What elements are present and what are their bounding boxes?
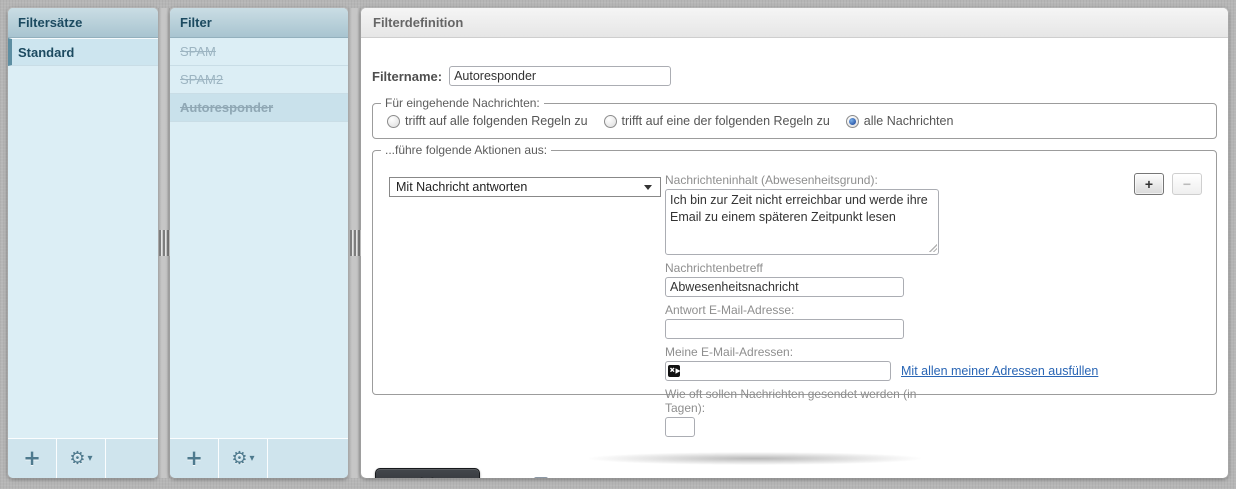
filtersets-panel-title: Filtersätze — [8, 8, 158, 38]
filters-list: SPAM SPAM2 Autoresponder — [170, 38, 348, 438]
splitter-filters-definition[interactable] — [348, 8, 361, 478]
filter-options-menu-button[interactable]: ⚙ ▾ — [219, 439, 268, 478]
reply-address-label: Antwort E-Mail-Adresse: — [665, 303, 795, 317]
filter-deactivated-checkbox-group[interactable]: ✔ Filter deaktiviert — [533, 477, 643, 478]
action-fields-column: Nachrichteninhalt (Abwesenheitsgrund): I… — [665, 173, 1098, 437]
filtersets-panel: Filtersätze Standard + ⚙ ▾ — [8, 8, 158, 478]
action-add-remove-buttons: + − — [1134, 173, 1202, 195]
clear-address-icon[interactable] — [668, 365, 683, 377]
filters-panel: Filter SPAM SPAM2 Autoresponder + ⚙ ▾ — [170, 8, 348, 478]
message-subject-input[interactable] — [665, 277, 904, 297]
filtername-row: Filtername: — [372, 38, 1217, 86]
plus-icon: + — [185, 446, 203, 470]
actions-legend: ...führe folgende Aktionen aus: — [385, 143, 548, 157]
decorative-shadow — [589, 452, 921, 465]
splitter-filtersets-filters[interactable] — [158, 8, 170, 478]
filters-panel-title: Filter — [170, 8, 348, 38]
my-addresses-input[interactable] — [665, 361, 891, 381]
plus-icon: + — [23, 446, 41, 470]
filtersets-list: Standard — [8, 38, 158, 438]
filter-item-autoresponder[interactable]: Autoresponder — [170, 94, 348, 122]
radio-any-rule[interactable]: trifft auf eine der folgenden Regeln zu — [603, 114, 830, 128]
chevron-down-icon: ▾ — [249, 453, 255, 464]
filter-definition-title: Filterdefinition — [361, 8, 1228, 38]
filtersets-toolbar: + ⚙ ▾ — [8, 438, 158, 478]
my-addresses-row: Mit allen meiner Adressen ausfüllen — [665, 361, 1098, 381]
add-filterset-button[interactable]: + — [8, 439, 57, 478]
filter-deactivated-label: Filter deaktiviert — [555, 477, 643, 478]
save-button[interactable]: Speichern — [375, 468, 480, 478]
bottom-actions-row: Speichern ✔ Filter deaktiviert — [375, 468, 643, 478]
action-type-selected-value: Mit Nachricht antworten — [396, 180, 528, 194]
message-content-label: Nachrichteninhalt (Abwesenheitsgrund): — [665, 173, 878, 187]
incoming-messages-legend: Für eingehende Nachrichten: — [385, 96, 540, 110]
action-type-select[interactable]: Mit Nachricht antworten — [389, 177, 661, 197]
reply-address-input[interactable] — [665, 319, 904, 339]
filtername-label: Filtername: — [372, 68, 443, 84]
send-interval-label: Wie oft sollen Nachrichten gesendet werd… — [665, 387, 917, 415]
send-interval-input[interactable] — [665, 417, 695, 437]
add-action-button[interactable]: + — [1134, 173, 1164, 195]
chevron-down-icon: ▾ — [87, 453, 93, 464]
radio-icon — [387, 114, 400, 128]
radio-checked-icon — [845, 114, 859, 128]
radio-all-rules[interactable]: trifft auf alle folgenden Regeln zu — [387, 114, 588, 128]
add-filter-button[interactable]: + — [170, 439, 219, 478]
radio-label: trifft auf alle folgenden Regeln zu — [405, 114, 588, 128]
filter-item-label: Autoresponder — [180, 100, 274, 115]
checkbox-checked-icon[interactable]: ✔ — [533, 477, 548, 478]
filter-item-spam2[interactable]: SPAM2 — [170, 66, 348, 94]
filter-item-spam[interactable]: SPAM — [170, 38, 348, 66]
splitter-grip-icon — [349, 230, 360, 256]
select-arrow-icon — [644, 184, 652, 190]
filterset-item-label: Standard — [18, 45, 75, 60]
filter-item-label: SPAM — [180, 44, 216, 59]
message-content-textarea[interactable]: Ich bin zur Zeit nicht erreichbar und we… — [665, 189, 939, 255]
remove-action-button[interactable]: − — [1172, 173, 1202, 195]
filtername-input[interactable] — [449, 66, 672, 86]
filterset-options-menu-button[interactable]: ⚙ ▾ — [57, 439, 106, 478]
filter-definition-panel: Filterdefinition Filtername: Für eingehe… — [361, 8, 1228, 478]
radio-all-messages[interactable]: alle Nachrichten — [845, 114, 954, 128]
incoming-messages-fieldset: Für eingehende Nachrichten: trifft auf a… — [372, 96, 1217, 139]
rule-match-radio-group: trifft auf alle folgenden Regeln zu trif… — [387, 114, 1208, 130]
fill-with-addresses-link[interactable]: Mit allen meiner Adressen ausfüllen — [901, 364, 1098, 378]
filter-settings-screen: Filtersätze Standard + ⚙ ▾ Filter SPAM S… — [0, 0, 1236, 489]
filterset-item-standard[interactable]: Standard — [8, 38, 158, 66]
filter-item-label: SPAM2 — [180, 72, 224, 87]
message-subject-label: Nachrichtenbetreff — [665, 261, 763, 275]
actions-fieldset: ...führe folgende Aktionen aus: Mit Nach… — [372, 143, 1217, 437]
filters-toolbar: + ⚙ ▾ — [170, 438, 348, 478]
my-addresses-label: Meine E-Mail-Adressen: — [665, 345, 794, 359]
gear-icon: ⚙ — [231, 447, 248, 469]
splitter-grip-icon — [159, 230, 169, 256]
radio-label: alle Nachrichten — [863, 114, 954, 128]
filter-definition-body: Filtername: Für eingehende Nachrichten: … — [361, 38, 1228, 478]
gear-icon: ⚙ — [69, 447, 86, 469]
radio-label: trifft auf eine der folgenden Regeln zu — [621, 114, 830, 128]
radio-icon — [603, 114, 617, 128]
